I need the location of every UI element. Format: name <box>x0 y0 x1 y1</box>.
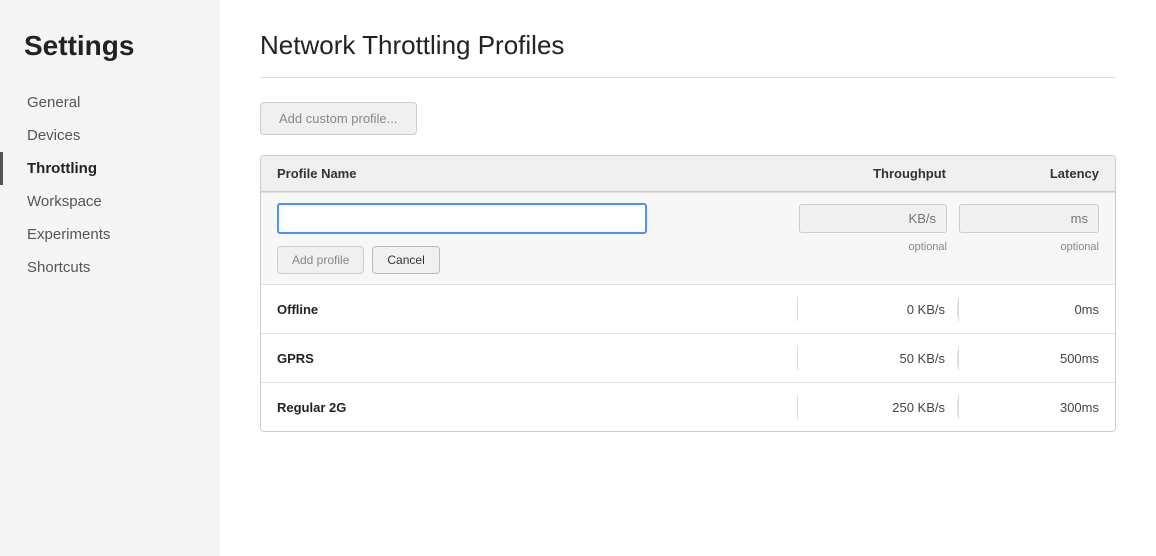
throughput-input-cell <box>799 204 959 233</box>
sidebar-item-workspace[interactable]: Workspace <box>0 185 220 218</box>
profile-name-input-cell <box>277 203 799 234</box>
latency-regular2g: 300ms <box>959 400 1099 415</box>
latency-gprs: 500ms <box>959 351 1099 366</box>
col-latency: Latency <box>959 166 1099 181</box>
table-row: Offline 0 KB/s 0ms <box>261 284 1115 333</box>
profile-name-offline: Offline <box>277 302 797 317</box>
sidebar: Settings General Devices Throttling Work… <box>0 0 220 556</box>
optional-spacer: Add profile Cancel <box>277 238 799 274</box>
sidebar-item-shortcuts[interactable]: Shortcuts <box>0 251 220 284</box>
table-row: Regular 2G 250 KB/s 300ms <box>261 382 1115 431</box>
latency-input-cell <box>959 204 1099 233</box>
sidebar-item-experiments[interactable]: Experiments <box>0 218 220 251</box>
sidebar-item-throttling[interactable]: Throttling <box>0 152 220 185</box>
divider <box>260 77 1116 78</box>
throughput-offline: 0 KB/s <box>798 302 958 317</box>
throughput-regular2g: 250 KB/s <box>798 400 958 415</box>
sidebar-item-devices[interactable]: Devices <box>0 119 220 152</box>
latency-optional-label: optional <box>959 241 1099 274</box>
input-fields <box>277 203 1099 234</box>
sidebar-title: Settings <box>0 30 220 86</box>
profile-name-regular2g: Regular 2G <box>277 400 797 415</box>
profile-name-input[interactable] <box>277 203 647 234</box>
page-title: Network Throttling Profiles <box>260 30 1116 61</box>
table-row: GPRS 50 KB/s 500ms <box>261 333 1115 382</box>
throughput-input[interactable] <box>799 204 947 233</box>
input-row: Add profile Cancel optional optional <box>261 192 1115 284</box>
table-header: Profile Name Throughput Latency <box>261 156 1115 192</box>
sidebar-item-general[interactable]: General <box>0 86 220 119</box>
cancel-button[interactable]: Cancel <box>372 246 439 274</box>
action-buttons: Add profile Cancel <box>277 246 799 274</box>
main-content: Network Throttling Profiles Add custom p… <box>220 0 1156 556</box>
latency-input[interactable] <box>959 204 1099 233</box>
add-custom-profile-button[interactable]: Add custom profile... <box>260 102 417 135</box>
profiles-table: Profile Name Throughput Latency <box>260 155 1116 432</box>
profile-name-gprs: GPRS <box>277 351 797 366</box>
optional-row: Add profile Cancel optional optional <box>277 238 1099 274</box>
throughput-optional-label: optional <box>799 241 959 274</box>
add-profile-button[interactable]: Add profile <box>277 246 364 274</box>
col-throughput: Throughput <box>798 166 958 181</box>
throughput-gprs: 50 KB/s <box>798 351 958 366</box>
col-profile-name: Profile Name <box>277 166 797 181</box>
latency-offline: 0ms <box>959 302 1099 317</box>
